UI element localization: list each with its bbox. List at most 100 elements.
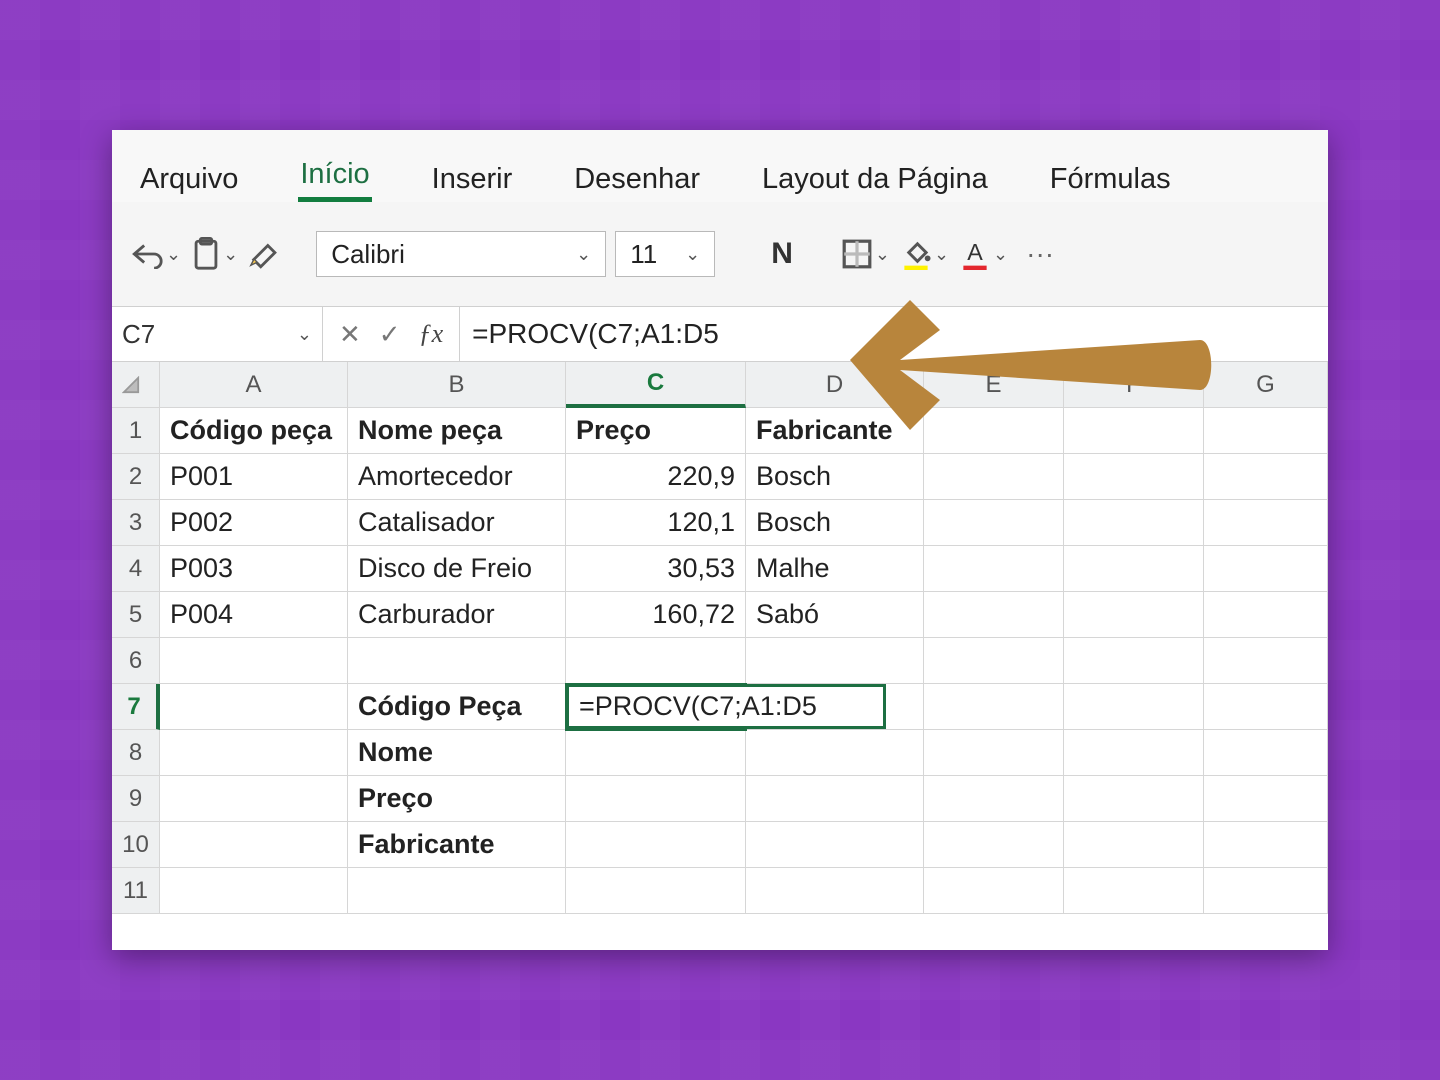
cell-A4[interactable]: P003 [160,546,348,592]
font-name-select[interactable]: Calibri ⌄ [316,231,606,277]
tab-arquivo[interactable]: Arquivo [138,157,240,202]
cell-F3[interactable] [1064,500,1204,546]
cell-A11[interactable] [160,868,348,914]
cell-D4[interactable]: Malhe [746,546,924,592]
row-header-6[interactable]: 6 [112,638,160,684]
cell-E11[interactable] [924,868,1064,914]
cell-C7[interactable]: =PROCV(C7;A1:D5 [566,684,746,730]
cell-F11[interactable] [1064,868,1204,914]
format-painter-button[interactable] [248,232,282,276]
fill-color-button[interactable]: ⌄ [900,232,949,276]
enter-formula-button[interactable]: ✓ [379,319,401,350]
cell-D9[interactable] [746,776,924,822]
cell-G6[interactable] [1204,638,1328,684]
cell-E10[interactable] [924,822,1064,868]
bold-button[interactable]: N [761,232,803,276]
cell-F6[interactable] [1064,638,1204,684]
tab-inicio[interactable]: Início [298,152,371,202]
row-header-2[interactable]: 2 [112,454,160,500]
cell-D3[interactable]: Bosch [746,500,924,546]
cell-D6[interactable] [746,638,924,684]
select-all-corner[interactable] [112,362,160,408]
cell-C2[interactable]: 220,9 [566,454,746,500]
formula-input[interactable]: =PROCV(C7;A1:D5 [460,307,1328,361]
cell-F2[interactable] [1064,454,1204,500]
cell-G11[interactable] [1204,868,1328,914]
cell-E2[interactable] [924,454,1064,500]
font-color-button[interactable]: A ⌄ [959,232,1008,276]
cell-C11[interactable] [566,868,746,914]
cell-C10[interactable] [566,822,746,868]
tab-layout-pagina[interactable]: Layout da Página [760,157,990,202]
cell-F9[interactable] [1064,776,1204,822]
row-header-1[interactable]: 1 [112,408,160,454]
col-header-G[interactable]: G [1204,362,1328,408]
cell-G9[interactable] [1204,776,1328,822]
row-header-10[interactable]: 10 [112,822,160,868]
cell-A7[interactable] [160,684,348,730]
cell-C8[interactable] [566,730,746,776]
cell-A3[interactable]: P002 [160,500,348,546]
more-commands-button[interactable]: ··· [1026,232,1054,276]
cell-G2[interactable] [1204,454,1328,500]
cell-F10[interactable] [1064,822,1204,868]
cell-E8[interactable] [924,730,1064,776]
cell-C3[interactable]: 120,1 [566,500,746,546]
cell-B10[interactable]: Fabricante [348,822,566,868]
cell-A2[interactable]: P001 [160,454,348,500]
cell-D1[interactable]: Fabricante [746,408,924,454]
cell-F1[interactable] [1064,408,1204,454]
cell-A5[interactable]: P004 [160,592,348,638]
borders-button[interactable]: ⌄ [841,232,890,276]
cell-E6[interactable] [924,638,1064,684]
cell-E9[interactable] [924,776,1064,822]
cell-G7[interactable] [1204,684,1328,730]
cell-A10[interactable] [160,822,348,868]
font-size-select[interactable]: 11 ⌄ [615,231,715,277]
cell-D10[interactable] [746,822,924,868]
col-header-A[interactable]: A [160,362,348,408]
col-header-E[interactable]: E [924,362,1064,408]
cell-A6[interactable] [160,638,348,684]
row-header-9[interactable]: 9 [112,776,160,822]
cell-E7[interactable] [924,684,1064,730]
col-header-C[interactable]: C [566,362,746,408]
cell-E5[interactable] [924,592,1064,638]
cell-D5[interactable]: Sabó [746,592,924,638]
cell-F5[interactable] [1064,592,1204,638]
col-header-F[interactable]: F [1064,362,1204,408]
cell-C5[interactable]: 160,72 [566,592,746,638]
row-header-7[interactable]: 7 [112,684,160,730]
cell-F8[interactable] [1064,730,1204,776]
cell-B11[interactable] [348,868,566,914]
col-header-B[interactable]: B [348,362,566,408]
cell-C6[interactable] [566,638,746,684]
cell-B9[interactable]: Preço [348,776,566,822]
row-header-8[interactable]: 8 [112,730,160,776]
cell-E4[interactable] [924,546,1064,592]
cell-A9[interactable] [160,776,348,822]
cell-B7[interactable]: Código Peça [348,684,566,730]
col-header-D[interactable]: D [746,362,924,408]
cell-G5[interactable] [1204,592,1328,638]
cell-F7[interactable] [1064,684,1204,730]
tab-desenhar[interactable]: Desenhar [572,157,702,202]
cell-C4[interactable]: 30,53 [566,546,746,592]
cell-F4[interactable] [1064,546,1204,592]
paste-button[interactable]: ⌄ [191,232,238,276]
cell-D2[interactable]: Bosch [746,454,924,500]
cell-G3[interactable] [1204,500,1328,546]
cell-B6[interactable] [348,638,566,684]
row-header-5[interactable]: 5 [112,592,160,638]
cell-A8[interactable] [160,730,348,776]
cell-B2[interactable]: Amortecedor [348,454,566,500]
tab-inserir[interactable]: Inserir [430,157,515,202]
name-box[interactable]: C7 ⌄ [112,307,323,361]
row-header-3[interactable]: 3 [112,500,160,546]
cell-B8[interactable]: Nome [348,730,566,776]
cell-B3[interactable]: Catalisador [348,500,566,546]
cell-grid[interactable]: A B C D E F G 1 Código peça Nome peça Pr… [112,362,1328,914]
tab-formulas[interactable]: Fórmulas [1048,157,1173,202]
cell-D11[interactable] [746,868,924,914]
cell-G1[interactable] [1204,408,1328,454]
